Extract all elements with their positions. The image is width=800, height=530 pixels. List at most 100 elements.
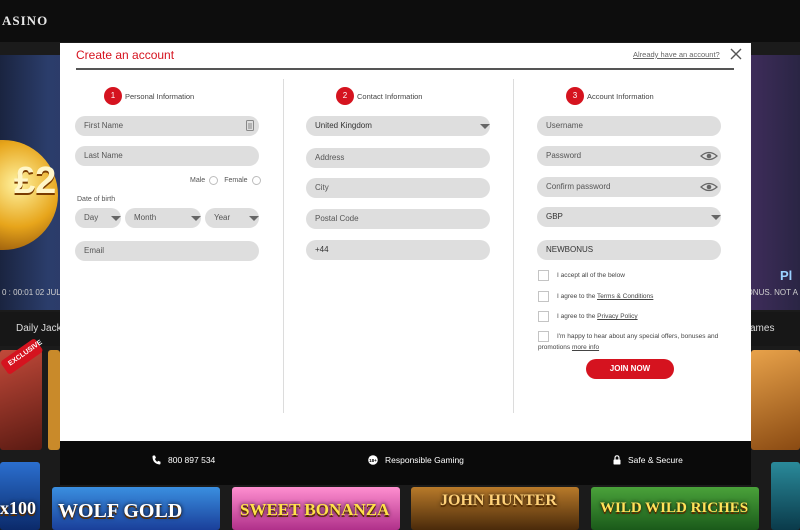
footer-phone: 800 897 534 bbox=[152, 455, 215, 465]
footer-responsible-gaming: 18+ Responsible Gaming bbox=[368, 455, 464, 465]
confirm-password-placeholder: Confirm password bbox=[546, 182, 611, 191]
already-have-account-link[interactable]: Already have an account? bbox=[633, 50, 720, 59]
game-title-wild-wild-riches: WILD WILD RICHES bbox=[600, 500, 749, 516]
dob-day-value: Day bbox=[84, 213, 99, 222]
privacy-link[interactable]: Privacy Policy bbox=[597, 313, 637, 320]
dob-year-value: Year bbox=[214, 213, 231, 222]
currency-select[interactable]: GBP bbox=[537, 207, 721, 227]
lock-icon bbox=[613, 455, 621, 465]
phone-icon bbox=[152, 455, 161, 465]
step-account: 3 Account Information bbox=[566, 87, 654, 105]
game-tile[interactable] bbox=[0, 462, 40, 530]
step-label: Contact Information bbox=[357, 91, 423, 101]
username-placeholder: Username bbox=[546, 121, 583, 130]
footer-responsible-label[interactable]: Responsible Gaming bbox=[385, 455, 464, 465]
terms-link[interactable]: Terms & Conditions bbox=[597, 293, 653, 300]
game-tile[interactable] bbox=[751, 350, 800, 450]
account-info-column: 3 Account Information Username Password … bbox=[513, 79, 751, 413]
address-input[interactable]: Address bbox=[306, 148, 490, 168]
step-contact: 2 Contact Information bbox=[336, 87, 422, 105]
footer-safe-secure: Safe & Secure bbox=[613, 455, 683, 465]
password-input[interactable]: Password bbox=[537, 146, 721, 166]
banner-amount: £2 bbox=[14, 160, 57, 202]
eye-icon[interactable] bbox=[700, 182, 718, 192]
modal-title: Create an account bbox=[76, 48, 175, 62]
postal-code-input[interactable]: Postal Code bbox=[306, 209, 490, 229]
step-number: 2 bbox=[336, 87, 354, 105]
offers-text: I'm happy to hear about any special offe… bbox=[538, 333, 719, 351]
step-personal: 1 Personal Information bbox=[104, 87, 194, 105]
game-title-sweet-bonanza: SWEET BONANZA bbox=[240, 500, 390, 519]
footer-phone-number[interactable]: 800 897 534 bbox=[168, 455, 215, 465]
game-partial-label: x100 bbox=[0, 498, 36, 518]
banner-right-text: Pl bbox=[780, 268, 793, 283]
title-divider bbox=[76, 68, 734, 70]
chevron-down-icon bbox=[480, 124, 490, 129]
gender-selector: Male Female bbox=[190, 176, 267, 185]
step-number: 3 bbox=[566, 87, 584, 105]
chevron-down-icon bbox=[191, 216, 201, 221]
ticker-right: ONUS. NOT A bbox=[746, 288, 798, 297]
accept-all-checkbox[interactable] bbox=[538, 270, 549, 281]
game-tile[interactable] bbox=[48, 350, 60, 450]
nav-games[interactable]: ames bbox=[750, 323, 774, 334]
bonus-code-input[interactable]: NEWBONUS bbox=[537, 240, 721, 260]
first-name-input[interactable]: First Name bbox=[75, 116, 259, 136]
male-radio[interactable] bbox=[209, 176, 219, 185]
password-placeholder: Password bbox=[546, 151, 582, 160]
phone-prefix: +44 bbox=[315, 245, 329, 254]
terms-checkbox[interactable] bbox=[538, 291, 549, 302]
svg-text:18+: 18+ bbox=[369, 458, 377, 463]
close-icon[interactable] bbox=[728, 46, 744, 62]
modal-footer: 800 897 534 18+ Responsible Gaming Safe … bbox=[60, 441, 751, 485]
currency-value: GBP bbox=[546, 212, 563, 221]
game-tile[interactable] bbox=[771, 462, 800, 530]
dob-month-value: Month bbox=[134, 213, 157, 222]
phone-input[interactable]: +44 bbox=[306, 240, 490, 260]
site-brand: ASINO bbox=[2, 13, 49, 28]
footer-secure-label: Safe & Secure bbox=[628, 455, 683, 465]
female-label: Female bbox=[224, 177, 248, 184]
confirm-password-input[interactable]: Confirm password bbox=[537, 177, 721, 197]
chevron-down-icon bbox=[711, 215, 721, 220]
join-now-button[interactable]: JOIN NOW bbox=[586, 359, 674, 379]
contact-card-icon bbox=[246, 120, 254, 131]
terms-label: I agree to the Terms & Conditions bbox=[557, 291, 653, 302]
last-name-input[interactable]: Last Name bbox=[75, 146, 259, 166]
offers-label: I'm happy to hear about any special offe… bbox=[538, 331, 728, 353]
dob-label: Date of birth bbox=[77, 196, 116, 203]
city-input[interactable]: City bbox=[306, 178, 490, 198]
female-radio[interactable] bbox=[251, 176, 261, 185]
address-placeholder: Address bbox=[315, 153, 345, 162]
step-label: Account Information bbox=[587, 91, 654, 101]
ticker-left: 0 : 00:01 02 JUL bbox=[2, 288, 61, 297]
dob-year-select[interactable]: Year bbox=[205, 208, 259, 228]
privacy-prefix: I agree to the bbox=[557, 313, 596, 320]
step-label: Personal Information bbox=[125, 91, 195, 101]
offers-row: I'm happy to hear about any special offe… bbox=[538, 331, 728, 353]
terms-prefix: I agree to the bbox=[557, 293, 596, 300]
email-input[interactable]: Email bbox=[75, 241, 259, 261]
personal-info-column: 1 Personal Information First Name Last N… bbox=[60, 79, 283, 413]
accept-all-row: I accept all of the below bbox=[538, 270, 625, 281]
country-select[interactable]: United Kingdom bbox=[306, 116, 490, 136]
bonus-code-value: NEWBONUS bbox=[546, 245, 594, 254]
chevron-down-icon bbox=[111, 216, 121, 221]
responsible-gaming-icon: 18+ bbox=[368, 455, 378, 465]
privacy-row: I agree to the Privacy Policy bbox=[538, 311, 638, 322]
dob-day-select[interactable]: Day bbox=[75, 208, 121, 228]
terms-row: I agree to the Terms & Conditions bbox=[538, 291, 653, 302]
create-account-modal: Create an account Already have an accoun… bbox=[60, 43, 751, 485]
country-value: United Kingdom bbox=[315, 121, 372, 130]
dob-month-select[interactable]: Month bbox=[125, 208, 201, 228]
privacy-checkbox[interactable] bbox=[538, 311, 549, 322]
last-name-placeholder: Last Name bbox=[84, 151, 123, 160]
email-placeholder: Email bbox=[84, 246, 105, 255]
privacy-label: I agree to the Privacy Policy bbox=[557, 311, 638, 322]
eye-icon[interactable] bbox=[700, 151, 718, 161]
city-placeholder: City bbox=[315, 183, 329, 192]
chevron-down-icon bbox=[249, 216, 259, 221]
username-input[interactable]: Username bbox=[537, 116, 721, 136]
more-info-link[interactable]: more info bbox=[572, 344, 599, 351]
contact-info-column: 2 Contact Information United Kingdom Add… bbox=[283, 79, 513, 413]
